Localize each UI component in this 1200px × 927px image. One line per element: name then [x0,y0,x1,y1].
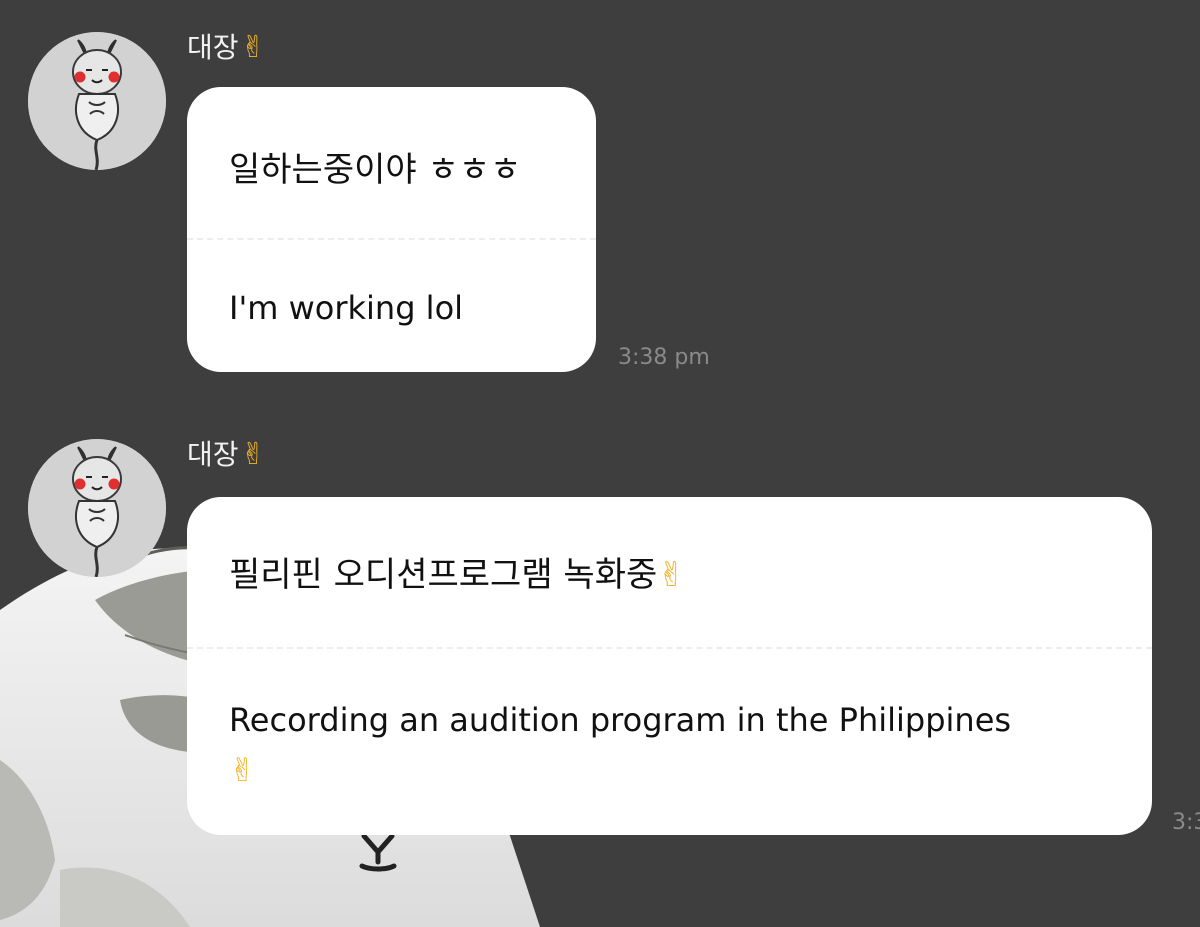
cat-drawing-icon [28,32,166,170]
sender-name: 대장✌ [187,438,266,472]
message-original-text: 일하는중이야 ㅎㅎㅎ [229,150,522,190]
victory-hand-icon: ✌ [229,751,256,789]
message-divider [187,647,1152,649]
cat-drawing-icon [28,439,166,577]
sender-name-text: 대장 [187,438,239,471]
message-timestamp: 3:3 [1172,810,1200,835]
victory-hand-icon: ✌ [240,437,266,472]
message-timestamp: 3:38 pm [618,345,710,370]
message-bubble[interactable]: 필리핀 오디션프로그램 녹화중✌ Recording an audition p… [187,497,1152,835]
avatar[interactable] [28,32,166,170]
message-original-text: 필리핀 오디션프로그램 녹화중✌ [229,554,686,596]
message-divider [187,238,596,240]
victory-hand-icon: ✌ [240,30,266,65]
message-bubble[interactable]: 일하는중이야 ㅎㅎㅎ I'm working lol [187,87,596,372]
sender-name-text: 대장 [187,31,239,64]
message-translation-text: I'm working lol [229,289,464,327]
message-original-text-content: 필리핀 오디션프로그램 녹화중 [229,555,658,595]
victory-hand-icon: ✌ [657,555,686,595]
avatar[interactable] [28,439,166,577]
message-translation-text-content: Recording an audition program in the Phi… [229,701,1012,739]
sender-name: 대장✌ [187,31,266,65]
message-translation-text: Recording an audition program in the Phi… [229,695,1122,795]
